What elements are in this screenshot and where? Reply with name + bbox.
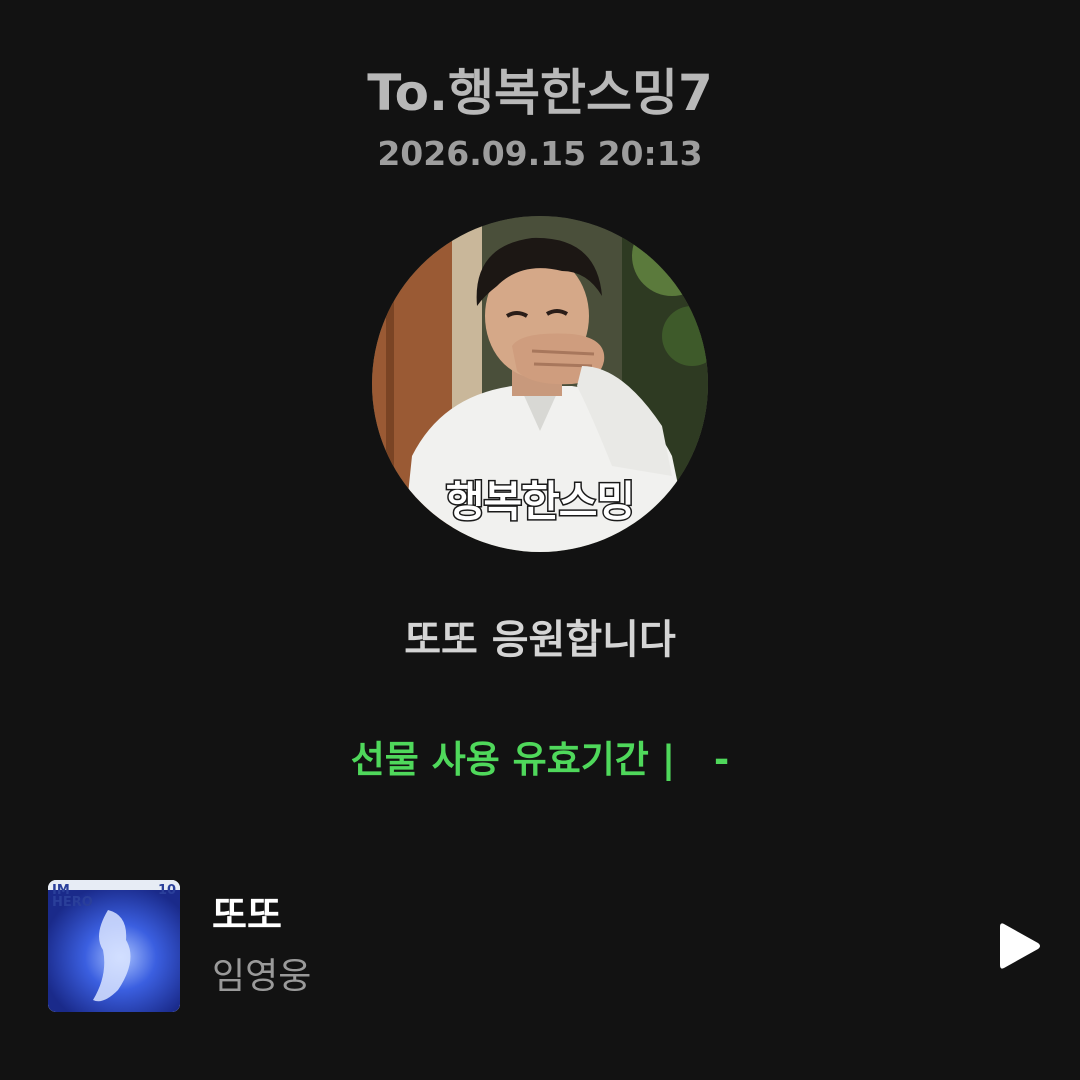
song-artist: 임영웅 xyxy=(212,956,312,997)
svg-text:10: 10 xyxy=(158,883,176,898)
gift-message: 또또 응원합니다 xyxy=(404,617,676,663)
play-button[interactable] xyxy=(996,920,1044,972)
header: To.행복한스밍7 2026.09.15 20:13 xyxy=(0,58,1080,176)
play-icon xyxy=(1000,923,1040,969)
timestamp: 2026.09.15 20:13 xyxy=(377,134,703,173)
gift-expiry: 선물 사용 유효기간 | - xyxy=(350,738,730,781)
song-title: 또또 xyxy=(212,893,282,937)
recipient-title: To.행복한스밍7 xyxy=(367,64,713,122)
music-row[interactable]: IM HERO 10 또또 임영웅 xyxy=(48,880,1048,1012)
album-art[interactable]: IM HERO 10 xyxy=(48,880,180,1012)
svg-text:HERO: HERO xyxy=(52,895,93,910)
avatar-caption: 행복한스밍 xyxy=(444,476,636,528)
profile-avatar: 행복한스밍 xyxy=(372,216,708,552)
album-cover-image: IM HERO 10 xyxy=(48,880,180,1012)
